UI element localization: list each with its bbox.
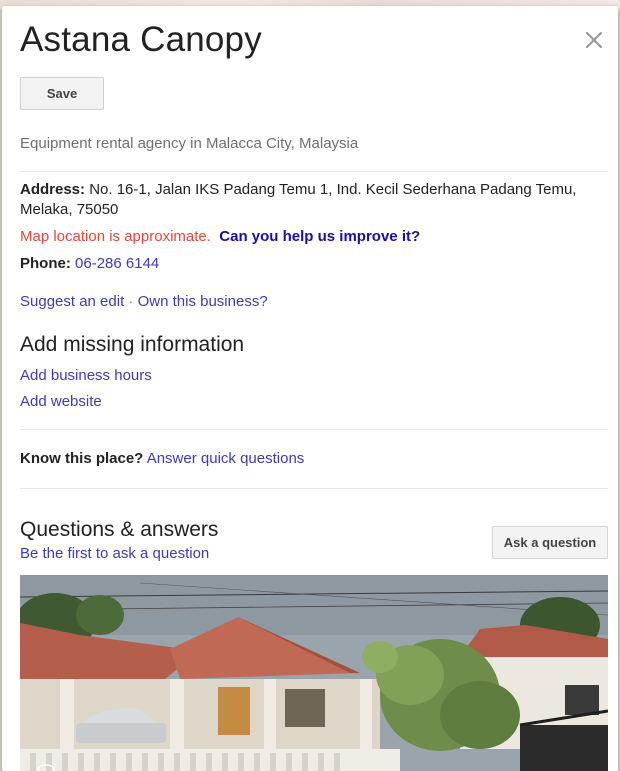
suggest-edit-link[interactable]: Suggest an edit xyxy=(20,293,124,310)
link-separator: · xyxy=(128,293,134,310)
approx-location-text: Map location is approximate. xyxy=(20,228,211,245)
save-button[interactable]: Save xyxy=(20,77,104,110)
qa-heading: Questions & answers xyxy=(20,518,219,541)
missing-info-heading: Add missing information xyxy=(20,333,245,356)
add-hours-row: Add business hours xyxy=(20,366,610,386)
address-value: No. 16-1, Jalan IKS Padang Temu 1, Ind. … xyxy=(20,181,577,218)
phone-link[interactable]: 06-286 6144 xyxy=(75,255,159,272)
phone-row: Phone: 06-286 6144 xyxy=(20,254,610,274)
divider xyxy=(20,429,608,430)
house-photo-image xyxy=(20,575,608,771)
divider xyxy=(20,171,608,172)
place-title: Astana Canopy xyxy=(20,20,262,59)
own-business-link[interactable]: Own this business? xyxy=(138,293,268,310)
first-question-link[interactable]: Be the first to ask a question xyxy=(20,545,209,562)
edit-links-row: Suggest an edit · Own this business? xyxy=(20,292,610,312)
improve-location-link[interactable]: Can you help us improve it? xyxy=(219,228,420,245)
street-view-rotate-icon[interactable] xyxy=(36,761,56,771)
place-card: Astana Canopy Save Equipment rental agen… xyxy=(2,6,618,771)
know-place-row: Know this place? Answer quick questions xyxy=(20,449,610,469)
know-place-label: Know this place? xyxy=(20,450,144,467)
answer-questions-link[interactable]: Answer quick questions xyxy=(147,450,305,467)
street-view-photo[interactable] xyxy=(20,575,608,771)
ask-question-button[interactable]: Ask a question xyxy=(492,526,608,559)
add-website-link[interactable]: Add website xyxy=(20,393,102,410)
divider xyxy=(20,488,608,489)
address-row: Address: No. 16-1, Jalan IKS Padang Temu… xyxy=(20,180,610,220)
add-business-hours-link[interactable]: Add business hours xyxy=(20,367,152,384)
add-website-row: Add website xyxy=(20,392,610,412)
address-label: Address: xyxy=(20,181,86,198)
approx-location-row: Map location is approximate. Can you hel… xyxy=(20,227,610,247)
place-category: Equipment rental agency in Malacca City,… xyxy=(20,135,359,152)
phone-label: Phone: xyxy=(20,255,71,272)
close-icon[interactable] xyxy=(582,28,606,52)
